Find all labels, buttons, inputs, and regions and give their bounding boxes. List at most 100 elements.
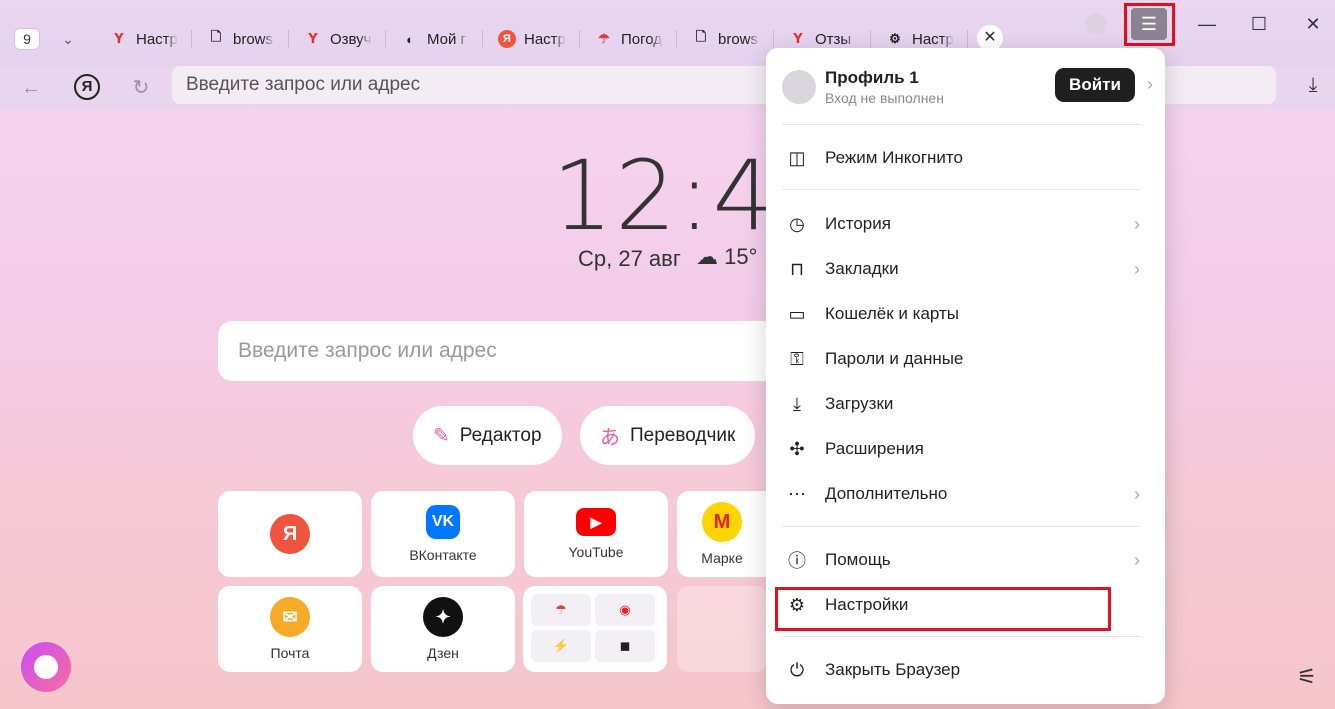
tab[interactable]: Y Озвуч	[294, 24, 386, 54]
yandex-icon: Y	[308, 31, 318, 47]
menu-item-label: Помощь	[825, 550, 891, 569]
lightning-icon: ⚡	[531, 630, 591, 662]
divider	[782, 526, 1140, 527]
yandex-icon: Y	[114, 31, 124, 47]
tile-youtube[interactable]: ▶ YouTube	[524, 491, 668, 577]
translator-button[interactable]: あ Переводчик	[580, 406, 756, 465]
tile-label: Дзен	[427, 645, 459, 661]
weather-widget[interactable]: ☁ 15°	[696, 244, 757, 270]
cloud-icon: ☁	[696, 244, 718, 269]
download-icon[interactable]: ⤓	[1300, 74, 1326, 102]
zen-icon: ✦	[423, 597, 463, 637]
yandex-icon: Я	[270, 514, 310, 554]
profile-row[interactable]: Профиль 1 Вход не выполнен Войти ›	[782, 68, 1153, 118]
tab-label: Мой г	[427, 30, 467, 48]
menu-item-close-browser[interactable]: ⏻ Закрыть Браузер	[766, 652, 1165, 688]
editor-button[interactable]: ✎ Редактор	[413, 406, 562, 465]
menu-item-bookmarks[interactable]: ⊓ Закладки ›	[766, 251, 1165, 287]
highlight-frame	[775, 587, 1111, 631]
mail-icon: ✉	[270, 597, 310, 637]
weather-icon: ☂	[531, 594, 591, 626]
tile-zen[interactable]: ✦ Дзен	[371, 586, 515, 672]
temperature: 15°	[724, 244, 758, 269]
tile-label: ВКонтакте	[409, 547, 477, 563]
tab-label: Отзы	[815, 30, 852, 48]
tab-label: Озвуч	[330, 30, 372, 48]
menu-item-help[interactable]: ⓘ Помощь ›	[766, 542, 1165, 578]
avatar	[782, 70, 816, 104]
wallet-icon: ▭	[788, 303, 806, 324]
highlight-frame	[1124, 3, 1175, 46]
divider	[782, 124, 1140, 125]
back-arrow-icon[interactable]: ←	[16, 74, 46, 102]
tab-label: Настр	[524, 30, 566, 48]
document-icon: 🗋	[695, 29, 707, 44]
tab[interactable]: ◐ Мой г	[391, 24, 483, 54]
customize-icon[interactable]: ⚟	[1297, 664, 1317, 690]
tile-label: Марке	[701, 550, 743, 566]
incognito-icon: ◫	[788, 147, 806, 168]
yandex-icon: Y	[793, 31, 803, 47]
chip-label: Переводчик	[630, 424, 736, 446]
tile-label: Почта	[270, 645, 310, 661]
tab[interactable]: 🗋 brows	[682, 24, 774, 54]
menu-item-history[interactable]: ◷ История ›	[766, 206, 1165, 242]
gear-icon: ⚙	[889, 31, 901, 46]
refresh-icon[interactable]: ↻	[126, 74, 156, 102]
menu-item-label: Дополнительно	[825, 484, 948, 503]
weather-icon: ☂	[598, 31, 610, 46]
tab[interactable]: Y Настр	[100, 24, 192, 54]
menu-item-wallet[interactable]: ▭ Кошелёк и карты	[766, 296, 1165, 332]
tile-vk[interactable]: VK ВКонтакте	[371, 491, 515, 577]
help-icon: ⓘ	[788, 551, 806, 571]
window-close-icon[interactable]: ✕	[1293, 10, 1333, 38]
chevron-right-icon[interactable]: ›	[1147, 74, 1153, 95]
yandex-logo-icon[interactable]: Я	[74, 74, 100, 100]
menu-item-more[interactable]: ⋯ Дополнительно ›	[766, 476, 1165, 512]
market-icon: M	[702, 502, 742, 542]
chevron-right-icon: ›	[1134, 258, 1140, 279]
avatar[interactable]	[1085, 13, 1107, 35]
translate-icon: あ	[600, 427, 620, 449]
menu-item-label: Закрыть Браузер	[825, 660, 961, 679]
youtube-icon: ▶	[576, 508, 616, 536]
minimize-icon[interactable]: —	[1187, 10, 1227, 38]
document-icon: 🗋	[210, 29, 222, 44]
menu-item-passwords[interactable]: ⚿ Пароли и данные	[766, 341, 1165, 377]
menu-item-label: Кошелёк и карты	[825, 304, 959, 323]
menu-item-incognito[interactable]: ◫ Режим Инкогнито	[766, 140, 1165, 176]
divider	[782, 189, 1140, 190]
chevron-right-icon: ›	[1134, 549, 1140, 570]
tab-label: Настр	[912, 30, 954, 48]
search-input[interactable]: Введите запрос или адрес	[218, 321, 818, 381]
tab-label: brows	[718, 30, 759, 48]
profile-name: Профиль 1	[825, 68, 919, 87]
tile-empty[interactable]	[677, 586, 767, 672]
chevron-right-icon: ›	[1134, 213, 1140, 234]
key-icon: ⚿	[790, 348, 804, 369]
date-label: Ср, 27 авг	[578, 246, 681, 271]
menu-item-extensions[interactable]: ✣ Расширения	[766, 431, 1165, 467]
chip-label: Редактор	[459, 424, 542, 446]
login-button[interactable]: Войти	[1055, 68, 1135, 102]
sparkle-edit-icon: ✎	[433, 425, 450, 447]
tab[interactable]: ☂ Погод	[585, 24, 677, 54]
tile-yandex[interactable]: Я	[218, 491, 362, 577]
tile-market[interactable]: M Марке	[677, 491, 767, 577]
chevron-right-icon: ›	[1134, 483, 1140, 504]
tab[interactable]: Я Настр	[488, 24, 580, 54]
chevron-down-icon[interactable]: ⌄	[50, 26, 86, 52]
market-icon: ◉	[595, 594, 655, 626]
tab[interactable]: 🗋 brows	[197, 24, 289, 54]
maximize-icon[interactable]: ☐	[1239, 10, 1279, 38]
vk-icon: VK	[426, 505, 460, 539]
download-icon: ⤓	[793, 393, 801, 414]
alice-assistant-icon[interactable]	[21, 642, 71, 692]
tile-mail[interactable]: ✉ Почта	[218, 586, 362, 672]
menu-item-downloads[interactable]: ⤓ Загрузки	[766, 386, 1165, 422]
tab-count-badge[interactable]: 9	[14, 28, 40, 50]
menu-item-label: Расширения	[825, 439, 924, 458]
menu-item-label: Закладки	[825, 259, 899, 278]
bookmark-icon: ⊓	[789, 258, 805, 279]
tile-folder[interactable]: ☂ ◉ ⚡ ◼	[523, 586, 667, 672]
